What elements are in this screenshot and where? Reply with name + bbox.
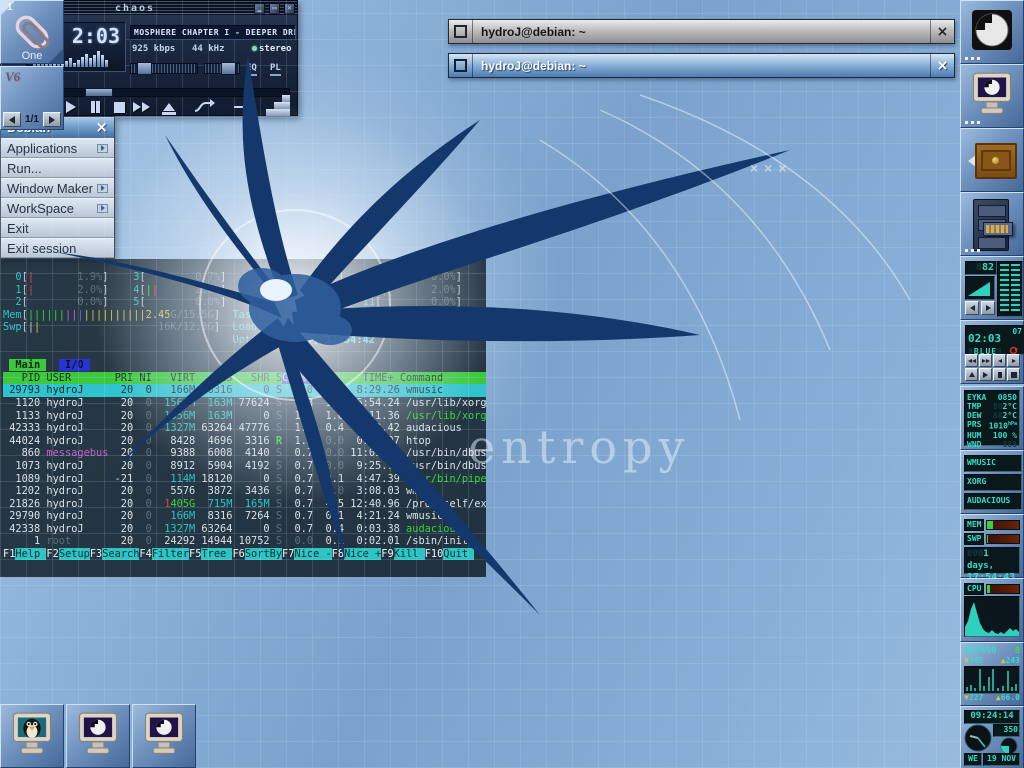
file-cabinet-icon <box>973 199 1009 251</box>
dock-tile-drawer[interactable] <box>960 128 1024 192</box>
wallpaper-watermark-text: entropy <box>468 420 690 474</box>
mixer-next-channel-button[interactable] <box>981 301 995 315</box>
pager-appicon[interactable]: V6 1/1 <box>0 66 64 130</box>
terminal-window-2-titlebar[interactable]: hydroJ@debian: ~ × <box>448 53 955 78</box>
mem-meter-label: MEM <box>964 519 984 531</box>
clock-weekday: WE <box>964 753 982 766</box>
weather-obs-time: 0850 <box>998 393 1017 402</box>
mixer-level-meters[interactable] <box>997 261 1023 317</box>
terminal-2-iconify-button[interactable] <box>449 54 473 77</box>
mixer-volume-ramp[interactable] <box>965 276 995 300</box>
network-tx-total: ▲66.0 <box>996 693 1020 702</box>
weather-dewpoint: 2°C <box>1003 411 1017 420</box>
terminal-2-close-button[interactable]: × <box>930 54 954 77</box>
drawer-icon <box>975 143 1017 179</box>
wmusic-next-button[interactable] <box>979 354 992 367</box>
clock-digital-time: 09:24:14 <box>964 710 1020 724</box>
wmusic-lcd: 02:03 07 8BLUE8 <box>965 325 1024 355</box>
weather-wind: 888 <box>1003 440 1017 449</box>
appicon-terminal-2[interactable] <box>132 704 196 768</box>
dock-tile-wmnd[interactable]: ENP4S0 8 ▼345 ▲243 ▼227 ▲66.0 <box>960 642 1024 706</box>
terminal-1-iconify-button[interactable] <box>449 20 473 43</box>
terminal-1-title: hydroJ@debian: ~ <box>473 20 930 43</box>
level-meter-right <box>1010 263 1021 313</box>
weather-station: EYKA <box>967 393 986 402</box>
wmtop-process-3: AUDACIOUS <box>964 493 1022 510</box>
running-indicator-dots <box>965 249 980 252</box>
workspace-clip[interactable]: 1 One <box>0 0 64 64</box>
dock-tile-mixer[interactable]: 882 <box>960 256 1024 320</box>
monitor-icon <box>142 711 186 761</box>
wallpaper-xxx-marks: ××× <box>750 160 793 176</box>
dock-tile-terminal[interactable] <box>960 64 1024 128</box>
swap-meter-bar <box>986 534 1020 544</box>
mixer-volume-value: 882 <box>965 261 997 275</box>
wmusic-track-number: 07 <box>1012 327 1022 336</box>
paperclip-icon <box>9 9 55 55</box>
network-flag: 8 <box>1015 646 1020 656</box>
clock-date: 19 NOV <box>983 753 1020 766</box>
analog-clock-icon <box>964 724 992 752</box>
window-maker-logo-icon <box>971 9 1013 51</box>
wmusic-pause-button[interactable] <box>993 368 1006 381</box>
desktop: entropy ××× 1 One V6 1/1 chaos ▁ ▭ × <box>0 0 1024 768</box>
uptime-lcd: 0001 days, 17:54:43 <box>964 547 1020 574</box>
pager-prev-button[interactable] <box>3 112 21 127</box>
pager-label: 1/1 <box>25 114 39 125</box>
volume-ramp-icon <box>968 282 990 296</box>
workspace-name: One <box>1 50 63 62</box>
monitor-tux-icon <box>10 711 54 761</box>
weather-lcd: EYKA0850 TMP882°C DEW882°C PRS1010hPa HU… <box>964 390 1020 446</box>
cpu-meter-label: CPU <box>964 583 984 595</box>
mixer-prev-channel-button[interactable] <box>965 301 979 315</box>
wmtop-process-1: WMUSIC <box>964 455 1022 472</box>
terminal-window-1-titlebar[interactable]: hydroJ@debian: ~ × <box>448 19 955 44</box>
swap-meter-label: SWP <box>964 533 984 545</box>
app-logo: V6 <box>5 69 20 85</box>
terminal-1-close-button[interactable]: × <box>930 20 954 43</box>
weather-temperature: 2°C <box>1003 402 1017 411</box>
dock-tile-wmusic[interactable]: 02:03 07 8BLUE8 <box>960 320 1024 384</box>
network-traffic-graph <box>964 666 1020 694</box>
dock-tile-cpuload[interactable]: CPU <box>960 578 1024 642</box>
running-indicator-dots <box>965 57 980 60</box>
pager-next-button[interactable] <box>43 112 61 127</box>
dock-tile-wmtop[interactable]: WMUSIC XORG AUDACIOUS <box>960 450 1024 514</box>
appicon-terminal-1[interactable] <box>66 704 130 768</box>
network-rx-total: ▼227 <box>964 693 983 702</box>
wmusic-play-button[interactable] <box>979 368 992 381</box>
clock-counter: 350 <box>993 724 1020 737</box>
mem-meter-bar <box>986 520 1020 530</box>
wmusic-prev-button[interactable] <box>965 354 978 367</box>
dock-tile-clock[interactable]: 09:24:14 350 WE 19 NOV <box>960 706 1024 768</box>
cpu-history-graph <box>964 596 1020 637</box>
wallpaper-splash-art <box>0 0 1024 768</box>
weather-humidity: 100 % <box>993 431 1017 440</box>
monitor-icon <box>970 71 1014 121</box>
dock-tile-memload[interactable]: MEM SWP 0001 days, 17:54:43 <box>960 514 1024 578</box>
wmusic-eject-button[interactable] <box>965 368 978 381</box>
monitor-icon <box>76 711 120 761</box>
level-meter-left <box>999 263 1010 313</box>
terminal-2-title: hydroJ@debian: ~ <box>473 54 930 77</box>
wmusic-stop-button[interactable] <box>1007 368 1020 381</box>
dock-tile-wmaker[interactable] <box>960 0 1024 64</box>
appicon-terminal-tux[interactable] <box>0 704 64 768</box>
wmtop-process-2: XORG <box>964 474 1022 491</box>
dock-tile-weather[interactable]: EYKA0850 TMP882°C DEW882°C PRS1010hPa HU… <box>960 386 1024 450</box>
cpu-meter-bar <box>986 584 1020 594</box>
wmusic-time: 02:03 <box>968 332 1001 345</box>
weather-pressure: 1010 <box>989 422 1008 431</box>
network-rx-rate: ▼345 <box>964 656 983 665</box>
wmusic-rewind-button[interactable] <box>993 354 1006 367</box>
network-interface-name[interactable]: ENP4S0 <box>964 646 997 656</box>
drawer-arrow-icon[interactable] <box>962 155 976 167</box>
network-tx-rate: ▲243 <box>1001 656 1020 665</box>
running-indicator-dots <box>965 121 980 124</box>
wmusic-forward-button[interactable] <box>1007 354 1020 367</box>
dock-tile-file-cabinet[interactable] <box>960 192 1024 256</box>
